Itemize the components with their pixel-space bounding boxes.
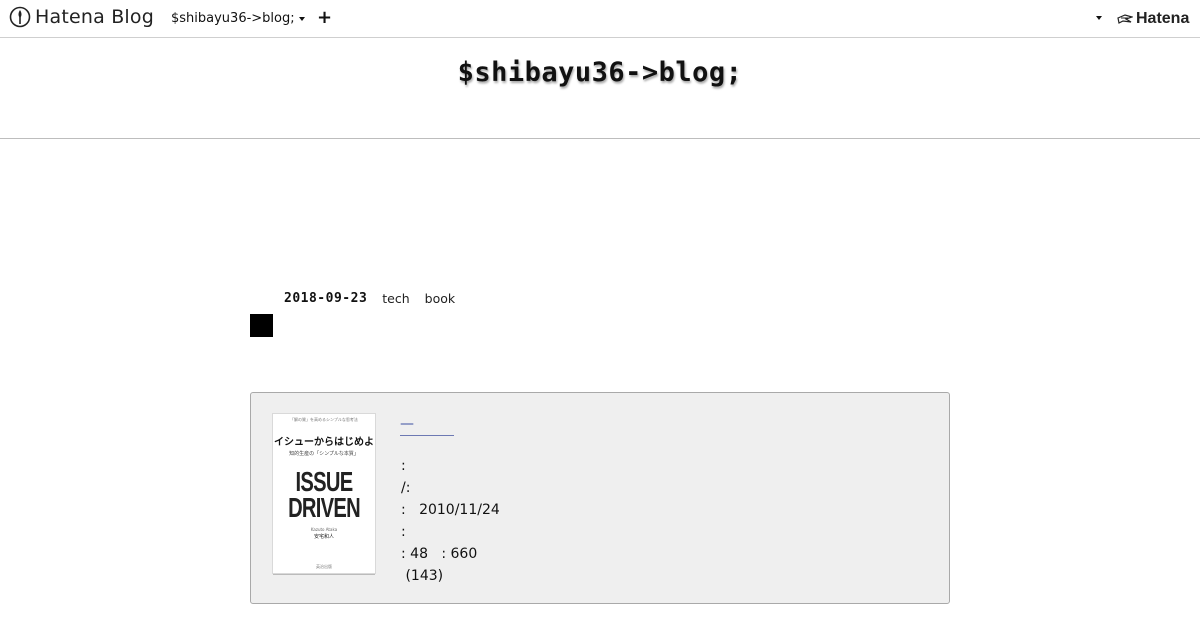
- blog-header: $shibayu36->blog;: [0, 39, 1200, 139]
- book-title-link[interactable]: —: [400, 413, 454, 436]
- book-cover-shadow: [273, 574, 375, 575]
- user-menu-chevron-down-icon[interactable]: [1096, 16, 1102, 20]
- entry-title-block: [250, 314, 273, 337]
- blog-selector-label: $shibayu36->blog;: [171, 11, 295, 26]
- book-cover-title-en-line2: DRIVEN: [288, 492, 361, 523]
- top-navigation-bar: Hatena Blog $shibayu36->blog; + Hatena: [0, 0, 1200, 38]
- entry-meta: 2018-09-23 tech book: [284, 291, 455, 306]
- book-cover-image[interactable]: 「解の質」を高めるシンプルな思考法 イシューからはじめよ 知的生産の「シンプルな…: [272, 413, 376, 575]
- hatena-bird-icon: [1117, 14, 1133, 24]
- book-details: : /: : 2010/11/24 : : 48 : 660 (143): [401, 455, 500, 587]
- book-cover-author-en: Kazuto Ataka: [310, 527, 338, 532]
- new-post-button[interactable]: +: [317, 8, 332, 28]
- hatena-blog-logo-icon: [9, 6, 31, 28]
- hatena-logo-link[interactable]: Hatena: [1117, 10, 1189, 28]
- entry-category-tech[interactable]: tech: [382, 291, 409, 306]
- book-embed-card: 「解の質」を高めるシンプルな思考法 イシューからはじめよ 知的生産の「シンプルな…: [250, 392, 950, 604]
- book-detail-release-date: : 2010/11/24: [401, 502, 500, 518]
- book-detail-purchase-count-price: : 48 : 660: [401, 546, 478, 562]
- book-cover-subtitle-jp: 知的生産の「シンプルな本質」: [289, 451, 359, 457]
- blog-selector-dropdown[interactable]: $shibayu36->blog;: [171, 11, 305, 26]
- book-detail-media: :: [401, 524, 406, 540]
- entry-date[interactable]: 2018-09-23: [284, 291, 367, 306]
- blog-title[interactable]: $shibayu36->blog;: [458, 57, 743, 88]
- book-cover-title-jp: イシューからはじめよ: [274, 437, 374, 448]
- book-detail-review-count: (143): [401, 568, 444, 584]
- hatena-logo-text: Hatena: [1136, 10, 1190, 27]
- book-detail-publisher: /:: [401, 480, 411, 496]
- chevron-down-icon: [298, 16, 305, 21]
- book-cover-author-jp: 安宅和人: [313, 534, 334, 540]
- book-cover-publisher: 英治出版: [316, 564, 332, 569]
- brand-name: Hatena Blog: [35, 6, 154, 28]
- entry-category-book[interactable]: book: [425, 291, 455, 306]
- book-detail-author: :: [401, 458, 406, 474]
- book-cover-top-note: 「解の質」を高めるシンプルな思考法: [290, 417, 358, 422]
- book-cover-title-en: ISSUE DRIVEN: [287, 468, 361, 523]
- hatena-blog-home-link[interactable]: Hatena Blog: [9, 6, 154, 28]
